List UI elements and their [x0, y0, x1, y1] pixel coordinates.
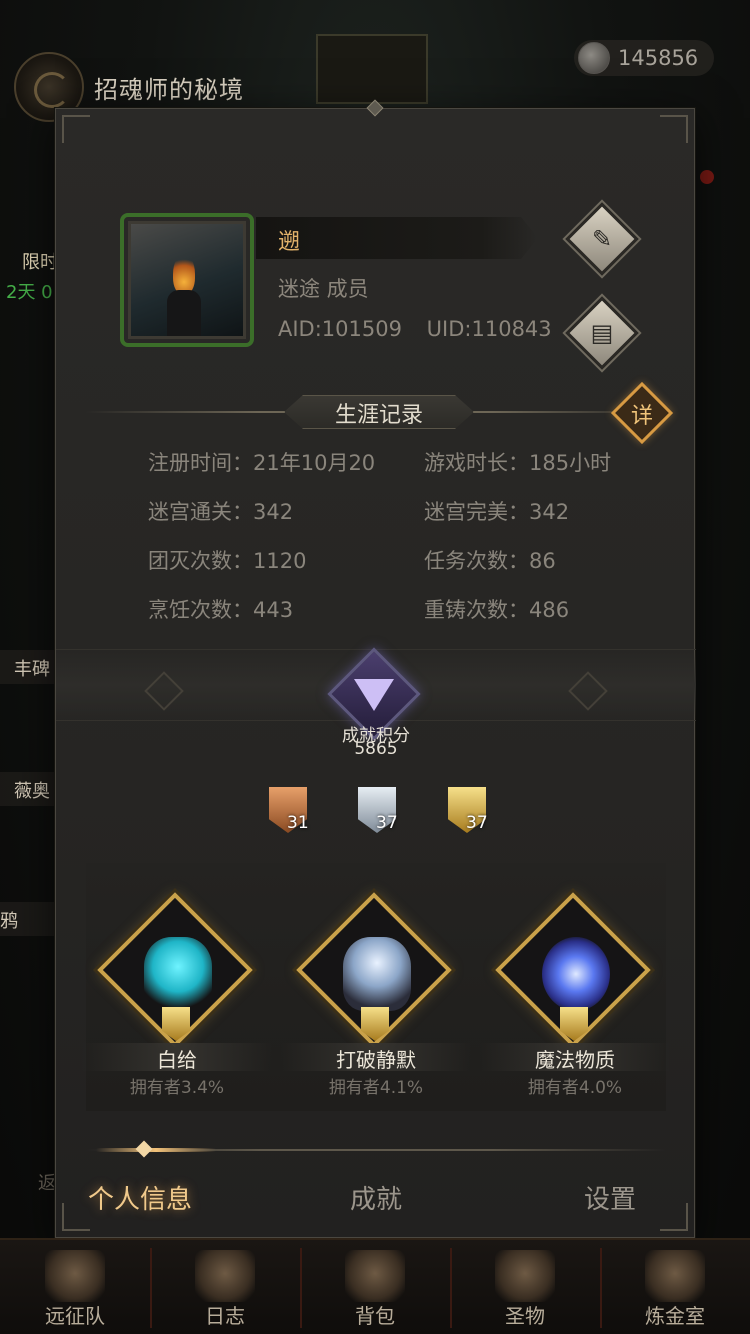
stat-wipes: 团灭次数：1120 — [148, 549, 307, 573]
achievement-card[interactable]: 打破静默 拥有者4.1% — [281, 879, 471, 1099]
backpack-icon — [345, 1250, 405, 1302]
bottom-nav: 远征队 日志 背包 圣物 炼金室 — [0, 1238, 750, 1334]
stat-quests: 任务次数：86 — [424, 549, 556, 573]
achievement-name: 魔法物质 — [535, 1048, 615, 1072]
modal-corner — [62, 1203, 90, 1231]
uid-text: UID:110843 — [426, 317, 552, 341]
horned-helmet-icon — [45, 1250, 105, 1302]
achievement-name: 打破静默 — [336, 1048, 416, 1072]
stat-maze-clear: 迷宫通关：342 — [148, 500, 294, 524]
silent-figure-icon — [343, 937, 411, 1011]
currency-value: 145856 — [618, 46, 699, 70]
journal-icon — [195, 1250, 255, 1302]
silver-medal-count: 37 — [376, 813, 398, 833]
gold-medal-count: 37 — [466, 813, 488, 833]
nav-label: 圣物 — [505, 1304, 545, 1328]
side-tag-monument[interactable]: 丰碑 — [0, 650, 58, 684]
nav-label: 背包 — [355, 1304, 395, 1328]
edit-profile-button[interactable]: ✎ — [565, 202, 639, 276]
guild-info: 迷途 成员 — [278, 277, 369, 301]
nav-label: 炼金室 — [645, 1304, 705, 1328]
achievement-card[interactable]: 魔法物质 拥有者4.0% — [480, 879, 670, 1099]
magic-orb-icon — [542, 937, 610, 1011]
nav-backpack[interactable]: 背包 — [300, 1240, 450, 1334]
modal-corner — [660, 115, 688, 143]
stat-register-time: 注册时间：21年10月20 — [148, 451, 376, 475]
modal-corner — [660, 1203, 688, 1231]
stat-cooking: 烹饪次数：443 — [148, 598, 294, 622]
limited-label: 限时 — [22, 252, 58, 273]
nav-label: 远征队 — [45, 1304, 105, 1328]
side-tag-raven[interactable]: 鸦 — [0, 902, 58, 936]
achievement-owner-rate: 拥有者4.0% — [527, 1078, 623, 1098]
achievement-name: 白给 — [157, 1048, 197, 1072]
nav-label: 日志 — [205, 1304, 245, 1328]
location-title: 招魂师的秘境 — [94, 76, 244, 104]
limited-event[interactable]: 限时 2天 0 — [0, 248, 60, 304]
ghost-spirit-icon — [144, 937, 212, 1011]
copy-id-button[interactable]: ▤ — [565, 296, 639, 370]
nav-alchemy[interactable]: 炼金室 — [600, 1240, 750, 1334]
profile-modal: 遡 迷途 成员 AID:101509 UID:110843 ✎ ▤ 生涯记录 详… — [55, 99, 696, 1238]
tab-active-gem — [135, 1140, 153, 1158]
nav-relics[interactable]: 圣物 — [450, 1240, 600, 1334]
player-name: 遡 — [278, 230, 301, 255]
tab-achievements[interactable]: 成就 — [350, 1179, 402, 1216]
quill-icon: ✎ — [591, 225, 613, 253]
stat-maze-perfect: 迷宫完美：342 — [424, 500, 570, 524]
side-tag-vio[interactable]: 薇奥 — [0, 772, 58, 806]
side-tag-return[interactable]: 返 — [0, 1164, 58, 1198]
top-bar: 招魂师的秘境 145856 — [0, 0, 750, 122]
vine-frame — [120, 213, 254, 347]
stone-coin-icon — [578, 42, 610, 74]
modal-corner — [62, 115, 90, 143]
achievement-card[interactable]: 白给 拥有者3.4% — [82, 879, 272, 1099]
alchemy-tools-icon — [645, 1250, 705, 1302]
chalice-icon — [495, 1250, 555, 1302]
scroll-icon: ▤ — [590, 319, 614, 347]
tab-settings[interactable]: 设置 — [584, 1179, 636, 1216]
top-portrait-frame — [316, 34, 428, 104]
nav-expedition[interactable]: 远征队 — [0, 1240, 150, 1334]
achievement-score-value: 5865 — [354, 739, 398, 759]
detail-button-label[interactable]: 详 — [620, 398, 664, 430]
player-ids: AID:101509 UID:110843 — [278, 317, 570, 341]
tab-active-indicator — [96, 1148, 216, 1152]
achievement-owner-rate: 拥有者3.4% — [129, 1078, 225, 1098]
limited-timer: 2天 0 — [6, 282, 53, 303]
red-gem-decoration — [700, 170, 714, 184]
currency-display[interactable]: 145856 — [574, 40, 714, 76]
tab-profile[interactable]: 个人信息 — [88, 1179, 192, 1216]
aid-text: AID:101509 — [278, 317, 402, 341]
career-title: 生涯记录 — [334, 403, 423, 428]
stat-play-time: 游戏时长：185小时 — [424, 451, 612, 475]
nav-journal[interactable]: 日志 — [150, 1240, 300, 1334]
bronze-medal-count: 31 — [287, 813, 309, 833]
achievement-owner-rate: 拥有者4.1% — [328, 1078, 424, 1098]
stat-reforge: 重铸次数：486 — [424, 598, 570, 622]
triangle-crest-icon — [354, 679, 394, 711]
